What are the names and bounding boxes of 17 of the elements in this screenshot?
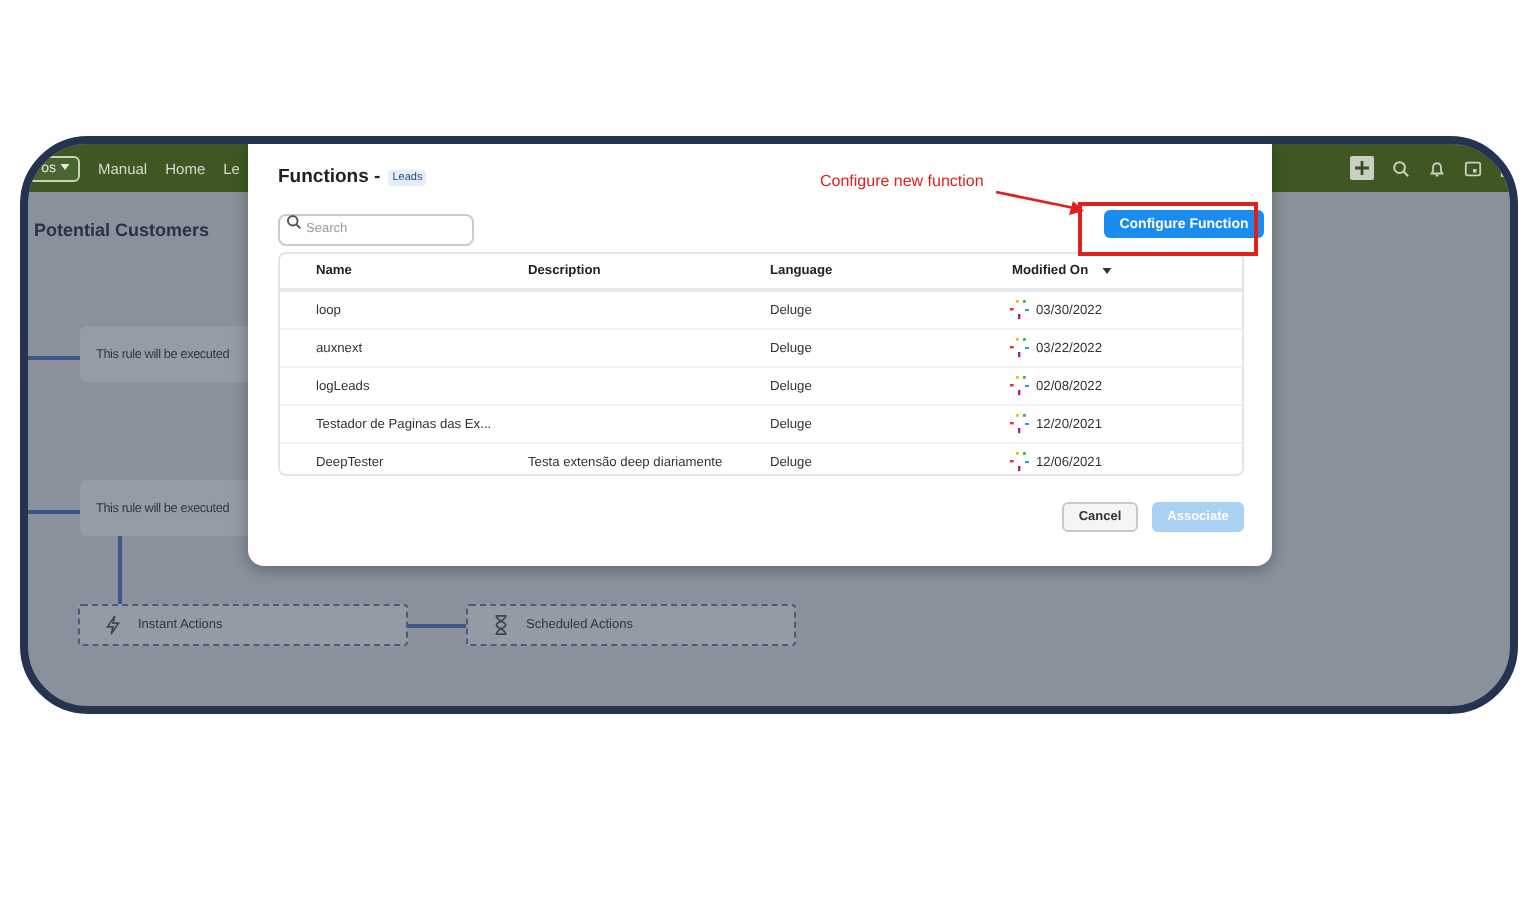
dialog-title: Functions -: [278, 166, 381, 188]
function-dots-icon: [1010, 338, 1030, 358]
bell-icon[interactable]: [1428, 159, 1446, 177]
hourglass-icon: [490, 614, 512, 636]
lightning-icon: [102, 614, 124, 636]
annotation-text: Configure new function: [820, 172, 984, 190]
search-icon: [286, 214, 302, 230]
annotation-arrow: [994, 188, 1086, 216]
page-title: Potential Customers: [34, 220, 210, 240]
function-dots-icon: [1010, 414, 1030, 434]
caret-icon: [60, 164, 70, 171]
function-dots-icon: [1010, 376, 1030, 396]
plus-icon[interactable]: [1350, 156, 1374, 180]
function-dots-icon: [1010, 300, 1030, 320]
search-icon[interactable]: [1392, 159, 1410, 177]
function-dots-icon: [1010, 452, 1030, 472]
calendar-icon[interactable]: [1464, 159, 1482, 177]
